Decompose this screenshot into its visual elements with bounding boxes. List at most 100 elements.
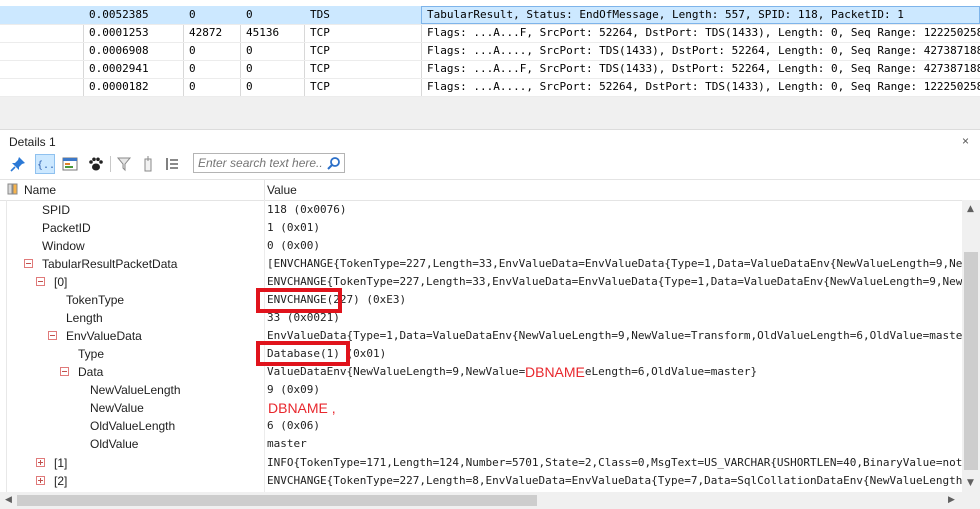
- highlight-type: [256, 341, 350, 366]
- scroll-thumb[interactable]: [964, 252, 978, 470]
- search-box[interactable]: [193, 153, 345, 173]
- tree-row[interactable]: Type Database(1) (0x01): [0, 345, 962, 363]
- frame-col3: 0: [246, 80, 253, 93]
- field-name: Data: [78, 365, 104, 379]
- frame-time: 0.0001253: [89, 26, 149, 39]
- search-icon[interactable]: [327, 156, 341, 173]
- collapse-icon[interactable]: [48, 331, 57, 340]
- tree-row[interactable]: EnvValueData EnvValueData{Type=1,Data=Va…: [0, 327, 962, 345]
- field-value: Database(1) (0x01): [267, 347, 387, 360]
- tree-row[interactable]: [2] ENVCHANGE{TokenType=227,Length=8,Env…: [0, 472, 962, 490]
- frame-col3: 0: [246, 62, 253, 75]
- field-value: ENVCHANGE{TokenType=227,Length=33,EnvVal…: [267, 275, 962, 288]
- frame-protocol: TCP: [310, 80, 330, 93]
- details-tree[interactable]: SPID 118 (0x0076) PacketID 1 (0x01) Wind…: [0, 200, 962, 492]
- field-value: 6 (0x06): [267, 419, 320, 432]
- frame-summary: Flags: ...A...F, SrcPort: TDS(1433), Dst…: [427, 62, 980, 75]
- frame-col2: 0: [189, 62, 196, 75]
- toolbar-separator: [110, 156, 111, 172]
- collapse-icon[interactable]: [60, 367, 69, 376]
- frame-summary: Flags: ...A...., SrcPort: 52264, DstPort…: [427, 80, 980, 93]
- field-value: 33 (0x0021): [267, 311, 340, 324]
- vertical-scrollbar[interactable]: ▲ ▼: [962, 200, 980, 492]
- grid-line: [0, 24, 980, 25]
- braces-icon[interactable]: {..}: [35, 154, 55, 174]
- scroll-thumb[interactable]: [17, 495, 537, 506]
- field-value: INFO{TokenType=171,Length=124,Number=570…: [267, 456, 962, 469]
- grid-line: [0, 78, 980, 79]
- tree-row[interactable]: OldValue master: [0, 435, 962, 453]
- collapse-icon[interactable]: [36, 277, 45, 286]
- scroll-down-icon[interactable]: ▼: [967, 478, 974, 488]
- close-icon[interactable]: ×: [962, 134, 969, 148]
- field-name: OldValue: [90, 437, 139, 451]
- svg-text:{..}: {..}: [37, 160, 53, 171]
- frame-protocol: TCP: [310, 26, 330, 39]
- field-value: 9 (0x09): [267, 383, 320, 396]
- tree-row[interactable]: Window 0 (0x00): [0, 237, 962, 255]
- frame-summary: Flags: ...A...F, SrcPort: 52264, DstPort…: [427, 26, 980, 39]
- frame-row[interactable]: 0.0006908 0 0 TCP Flags: ...A...., SrcPo…: [0, 42, 980, 60]
- frame-col2: 0: [189, 80, 196, 93]
- frame-summary: Flags: ...A...., SrcPort: TDS(1433), Dst…: [427, 44, 980, 57]
- tree-row[interactable]: SPID 118 (0x0076): [0, 201, 962, 219]
- tree-row[interactable]: PacketID 1 (0x01): [0, 219, 962, 237]
- field-value: EnvValueData{Type=1,Data=ValueDataEnv{Ne…: [267, 329, 962, 342]
- column-divider[interactable]: [264, 180, 265, 200]
- frame-col2: 0: [189, 44, 196, 57]
- field-name: [0]: [54, 275, 68, 289]
- filter-icon[interactable]: [115, 155, 133, 173]
- tree-row[interactable]: NewValueLength 9 (0x09): [0, 381, 962, 399]
- collapse-icon[interactable]: [24, 259, 33, 268]
- field-value: [ENVCHANGE{TokenType=227,Length=33,EnvVa…: [267, 257, 962, 270]
- field-name: NewValue: [90, 401, 144, 415]
- annotation-dbname: DBNAME: [525, 364, 585, 380]
- paw-icon[interactable]: [87, 155, 105, 173]
- field-value: master: [267, 437, 307, 450]
- scroll-up-icon[interactable]: ▲: [967, 204, 974, 214]
- panel-splitter[interactable]: [0, 97, 980, 129]
- tree-row[interactable]: TokenType ENVCHANGE(227) (0xE3): [0, 291, 962, 309]
- tree-row[interactable]: OldValueLength 6 (0x06): [0, 417, 962, 435]
- field-value: ENVCHANGE(227) (0xE3): [267, 293, 407, 306]
- horizontal-scrollbar[interactable]: ◀ ▶: [0, 492, 962, 509]
- field-value: 118 (0x0076): [267, 203, 347, 216]
- field-name: NewValueLength: [90, 383, 181, 397]
- expand-icon[interactable]: [36, 476, 45, 485]
- search-input[interactable]: [198, 154, 323, 172]
- columns-icon[interactable]: [163, 155, 181, 173]
- frame-protocol: TDS: [310, 8, 330, 21]
- tree-row[interactable]: Length 33 (0x0021): [0, 309, 962, 327]
- field-name: EnvValueData: [66, 329, 142, 343]
- column-name-header[interactable]: Name: [24, 183, 56, 197]
- frame-col2: 0: [189, 8, 196, 21]
- tree-row[interactable]: [0] ENVCHANGE{TokenType=227,Length=33,En…: [0, 273, 962, 291]
- tree-row[interactable]: TabularResultPacketData [ENVCHANGE{Token…: [0, 255, 962, 273]
- selection-focus-rect: [421, 6, 980, 24]
- scroll-left-icon[interactable]: ◀: [5, 495, 12, 505]
- frame-time: 0.0000182: [89, 80, 149, 93]
- panel-title: Details 1: [9, 135, 56, 149]
- details-panel: Details 1 × {..}: [0, 129, 980, 509]
- sort-icon[interactable]: [7, 183, 19, 198]
- frame-row[interactable]: 0.0002941 0 0 TCP Flags: ...A...F, SrcPo…: [0, 60, 980, 78]
- panel-header: Details 1 ×: [0, 129, 980, 152]
- scroll-right-icon[interactable]: ▶: [948, 495, 955, 505]
- expand-icon[interactable]: [36, 458, 45, 467]
- field-name: OldValueLength: [90, 419, 176, 433]
- frame-row[interactable]: 0.0000182 0 0 TCP Flags: ...A...., SrcPo…: [0, 78, 980, 96]
- field-name: TokenType: [66, 293, 125, 307]
- tree-row[interactable]: [1] INFO{TokenType=171,Length=124,Number…: [0, 454, 962, 472]
- field-name: PacketID: [42, 221, 91, 235]
- field-value: 1 (0x01): [267, 221, 320, 234]
- column-value-header[interactable]: Value: [267, 183, 297, 197]
- tree-row[interactable]: NewValue: [0, 399, 962, 417]
- add-column-icon[interactable]: [139, 155, 157, 173]
- frames-grid[interactable]: 0.0000000 0.0052385 0 0 TDS TabularResul…: [0, 0, 980, 97]
- highlight-tokentype: [256, 288, 342, 313]
- field-value: 0 (0x00): [267, 239, 320, 252]
- format-icon[interactable]: [61, 155, 79, 173]
- pin-icon[interactable]: [9, 155, 27, 173]
- frame-row[interactable]: 0.0001253 42872 45136 TCP Flags: ...A...…: [0, 24, 980, 42]
- tree-row[interactable]: Data ValueDataEnv{NewValueLength=9,NewVa…: [0, 363, 962, 381]
